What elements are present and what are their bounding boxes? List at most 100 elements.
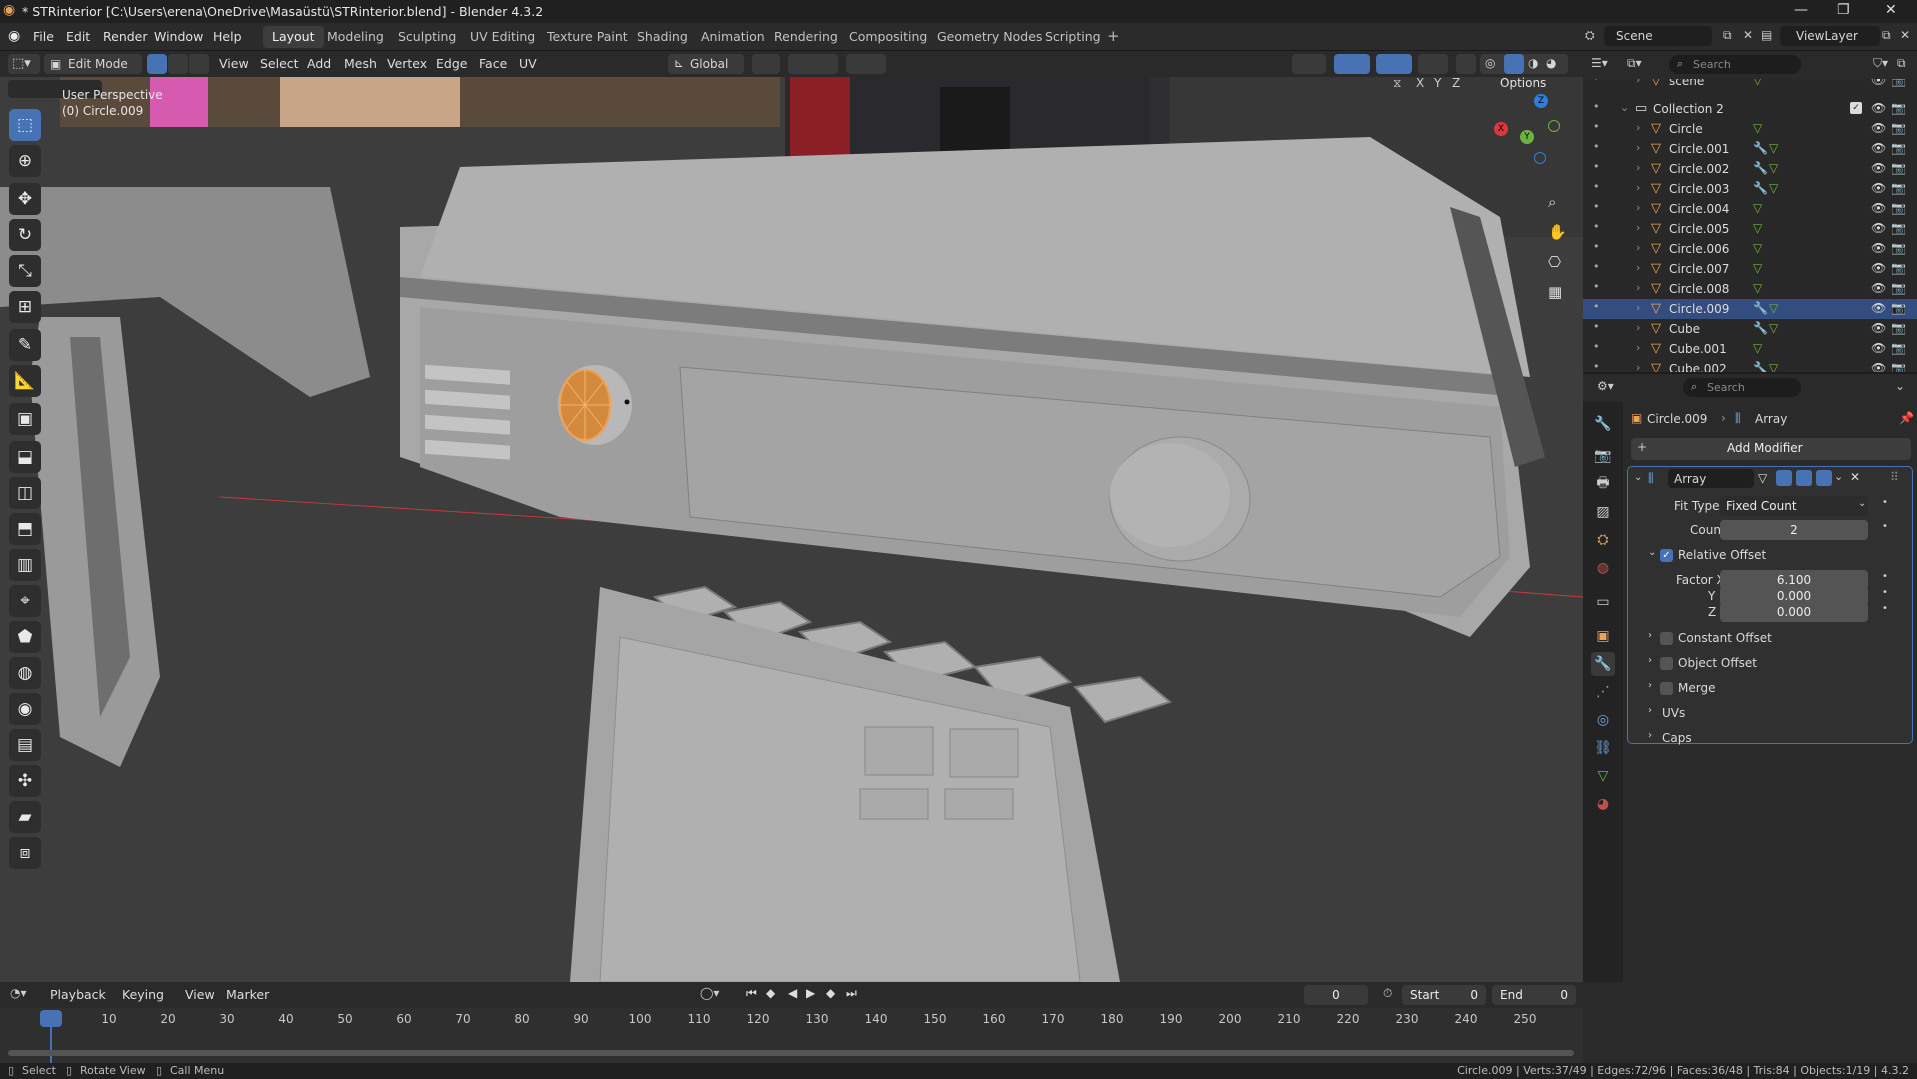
outliner-item-cube[interactable]: • › ▽ Cube 🔧 ▽ 👁 📷 [1583, 319, 1917, 339]
gizmo-toggle-button[interactable] [1334, 54, 1370, 74]
axis-x-toggle[interactable]: X [1416, 77, 1424, 90]
menu-vertex[interactable]: Vertex [387, 56, 427, 71]
drag-handle-icon[interactable]: ⠿ [1890, 470, 1899, 484]
render-camera-icon[interactable]: 📷 [1891, 121, 1906, 135]
pivot-point-button[interactable] [752, 54, 780, 74]
new-collection-icon[interactable]: ⧉ [1897, 56, 1906, 71]
edge-slide-tool[interactable]: ▤ [9, 729, 41, 761]
outliner-item-cube-002[interactable]: • › ▽ Cube.002 🔧 ▽ 👁 📷 [1583, 359, 1917, 372]
proportional-editing-button[interactable] [846, 54, 886, 74]
visibility-eye-icon[interactable]: 👁 [1871, 121, 1886, 135]
count-field[interactable]: 2 [1720, 520, 1868, 540]
tab-modeling[interactable]: Modeling [318, 26, 393, 48]
expand-chevron-icon[interactable]: › [1636, 221, 1640, 234]
bevel-tool[interactable]: ⬒ [9, 513, 41, 545]
menu-uv[interactable]: UV [519, 56, 537, 71]
visibility-eye-icon[interactable]: 👁 [1871, 301, 1886, 315]
inset-tool[interactable]: ◫ [9, 477, 41, 509]
delete-scene-icon[interactable]: ✕ [1743, 28, 1753, 42]
row-toggle-dot-icon[interactable]: • [1593, 180, 1600, 193]
data-tab-icon[interactable]: ▽ [1591, 764, 1615, 788]
expand-chevron-icon[interactable]: › [1636, 321, 1640, 334]
merge-checkbox[interactable] [1660, 682, 1673, 695]
material-shading-icon[interactable]: ◑ [1528, 56, 1538, 70]
relative-offset-chevron-icon[interactable]: ⌄ [1648, 547, 1656, 558]
visibility-eye-icon[interactable]: 👁 [1871, 281, 1886, 295]
vertex-select-button[interactable] [147, 54, 167, 74]
visibility-eye-icon[interactable]: 👁 [1871, 341, 1886, 355]
render-camera-icon[interactable]: 📷 [1891, 301, 1906, 315]
menu-edit[interactable]: Edit [66, 29, 90, 44]
modifier-name-input[interactable]: Array [1668, 469, 1754, 488]
visibility-eye-icon[interactable]: 👁 [1871, 201, 1886, 215]
render-camera-icon[interactable]: 📷 [1891, 341, 1906, 355]
row-toggle-dot-icon[interactable]: • [1593, 79, 1600, 85]
constant-offset-chevron-icon[interactable]: › [1648, 630, 1652, 641]
modifier-wrench-icon[interactable]: 🔧 [1753, 301, 1768, 315]
visibility-eye-icon[interactable]: 👁 [1871, 321, 1886, 335]
material-tab-icon[interactable]: ◕ [1591, 792, 1615, 816]
cursor-tool[interactable]: ⊕ [9, 145, 41, 177]
caps-label[interactable]: Caps [1662, 731, 1692, 745]
mesh-data-icon[interactable]: ▽ [1769, 141, 1778, 155]
scene-icon[interactable]: ⛭ [1585, 28, 1595, 43]
menu-marker[interactable]: Marker [226, 987, 269, 1002]
jump-end-icon[interactable]: ⏭ [846, 986, 857, 1001]
render-toggle-icon[interactable] [1816, 470, 1832, 486]
poly-build-tool[interactable]: ⬟ [9, 621, 41, 653]
prev-keyframe-icon[interactable]: ◆ [766, 986, 775, 1000]
properties-editor-type-icon[interactable]: ⚙▾ [1597, 379, 1614, 393]
expand-chevron-icon[interactable]: › [1636, 301, 1640, 314]
tab-texture-paint[interactable]: Texture Paint [538, 26, 637, 48]
transform-orientation-selector[interactable]: ⊾ Global [668, 54, 744, 74]
solid-shading-icon[interactable] [1504, 54, 1524, 74]
extrude-tool[interactable]: ⬓ [9, 441, 41, 473]
timeline-area[interactable]: 0102030405060708090100110120130140150160… [0, 1008, 1583, 1063]
particles-tab-icon[interactable]: ⋰ [1591, 680, 1615, 704]
expand-chevron-icon[interactable]: › [1636, 79, 1640, 86]
outliner-item-circle-008[interactable]: • › ▽ Circle.008 ▽ 👁 📷 [1583, 279, 1917, 299]
outliner-item-circle-005[interactable]: • › ▽ Circle.005 ▽ 👁 📷 [1583, 219, 1917, 239]
outliner-search-input[interactable]: ⌕ Search [1669, 55, 1801, 74]
row-toggle-dot-icon[interactable]: • [1593, 240, 1600, 253]
playhead[interactable] [40, 1010, 62, 1027]
row-toggle-dot-icon[interactable]: • [1593, 260, 1600, 273]
add-cube-tool[interactable]: ▣ [9, 403, 41, 435]
close-icon[interactable]: ✕ [1885, 2, 1897, 18]
end-frame-field[interactable]: End 0 [1492, 985, 1576, 1005]
object-tab-icon[interactable]: ▣ [1591, 624, 1615, 648]
tab-layout[interactable]: Layout [263, 26, 324, 48]
expand-chevron-icon[interactable]: › [1636, 341, 1640, 354]
menu-playback[interactable]: Playback [50, 987, 106, 1002]
tab-uv-editing[interactable]: UV Editing [461, 26, 544, 48]
row-toggle-dot-icon[interactable]: • [1593, 300, 1600, 313]
menu-face[interactable]: Face [479, 56, 507, 71]
annotate-tool[interactable]: ✎ [9, 329, 41, 361]
maximize-icon[interactable]: ❐ [1837, 2, 1850, 18]
outliner-item-circle[interactable]: • › ▽ Circle ▽ 👁 📷 [1583, 119, 1917, 139]
outliner-item-circle-009[interactable]: • › ▽ Circle.009 🔧 ▽ 👁 📷 [1583, 299, 1917, 319]
caps-chevron-icon[interactable]: › [1648, 730, 1652, 741]
render-camera-icon[interactable]: 📷 [1891, 181, 1906, 195]
properties-options-icon[interactable]: ⌄ [1895, 379, 1905, 393]
expand-chevron-icon[interactable]: › [1636, 181, 1640, 194]
modifier-wrench-icon[interactable]: 🔧 [1753, 141, 1768, 155]
modifier-wrench-icon[interactable]: 🔧 [1753, 161, 1768, 175]
gizmo-neg-y-axis[interactable] [1548, 120, 1560, 132]
visibility-eye-icon[interactable]: 👁 [1871, 79, 1886, 87]
rotate-tool[interactable]: ↻ [9, 219, 41, 251]
mirror-icon[interactable]: ⧖ [1393, 77, 1401, 91]
timeline-scrollbar[interactable] [8, 1050, 1574, 1056]
row-toggle-dot-icon[interactable]: • [1593, 360, 1600, 372]
snapping-button[interactable] [788, 54, 838, 74]
mesh-data-icon[interactable]: ▽ [1753, 221, 1762, 235]
menu-view[interactable]: View [219, 56, 249, 71]
mode-selector[interactable]: ▣ Edit Mode [44, 54, 142, 74]
spin-tool[interactable]: ◍ [9, 657, 41, 689]
tab-sculpting[interactable]: Sculpting [389, 26, 465, 48]
expand-chevron-icon[interactable]: ⌄ [1620, 101, 1629, 114]
stopwatch-icon[interactable]: ⏱ [1383, 986, 1392, 1001]
timeline-editor-type-icon[interactable]: ◔▾ [10, 986, 27, 1000]
row-toggle-dot-icon[interactable]: • [1593, 200, 1600, 213]
expand-chevron-icon[interactable]: › [1636, 141, 1640, 154]
